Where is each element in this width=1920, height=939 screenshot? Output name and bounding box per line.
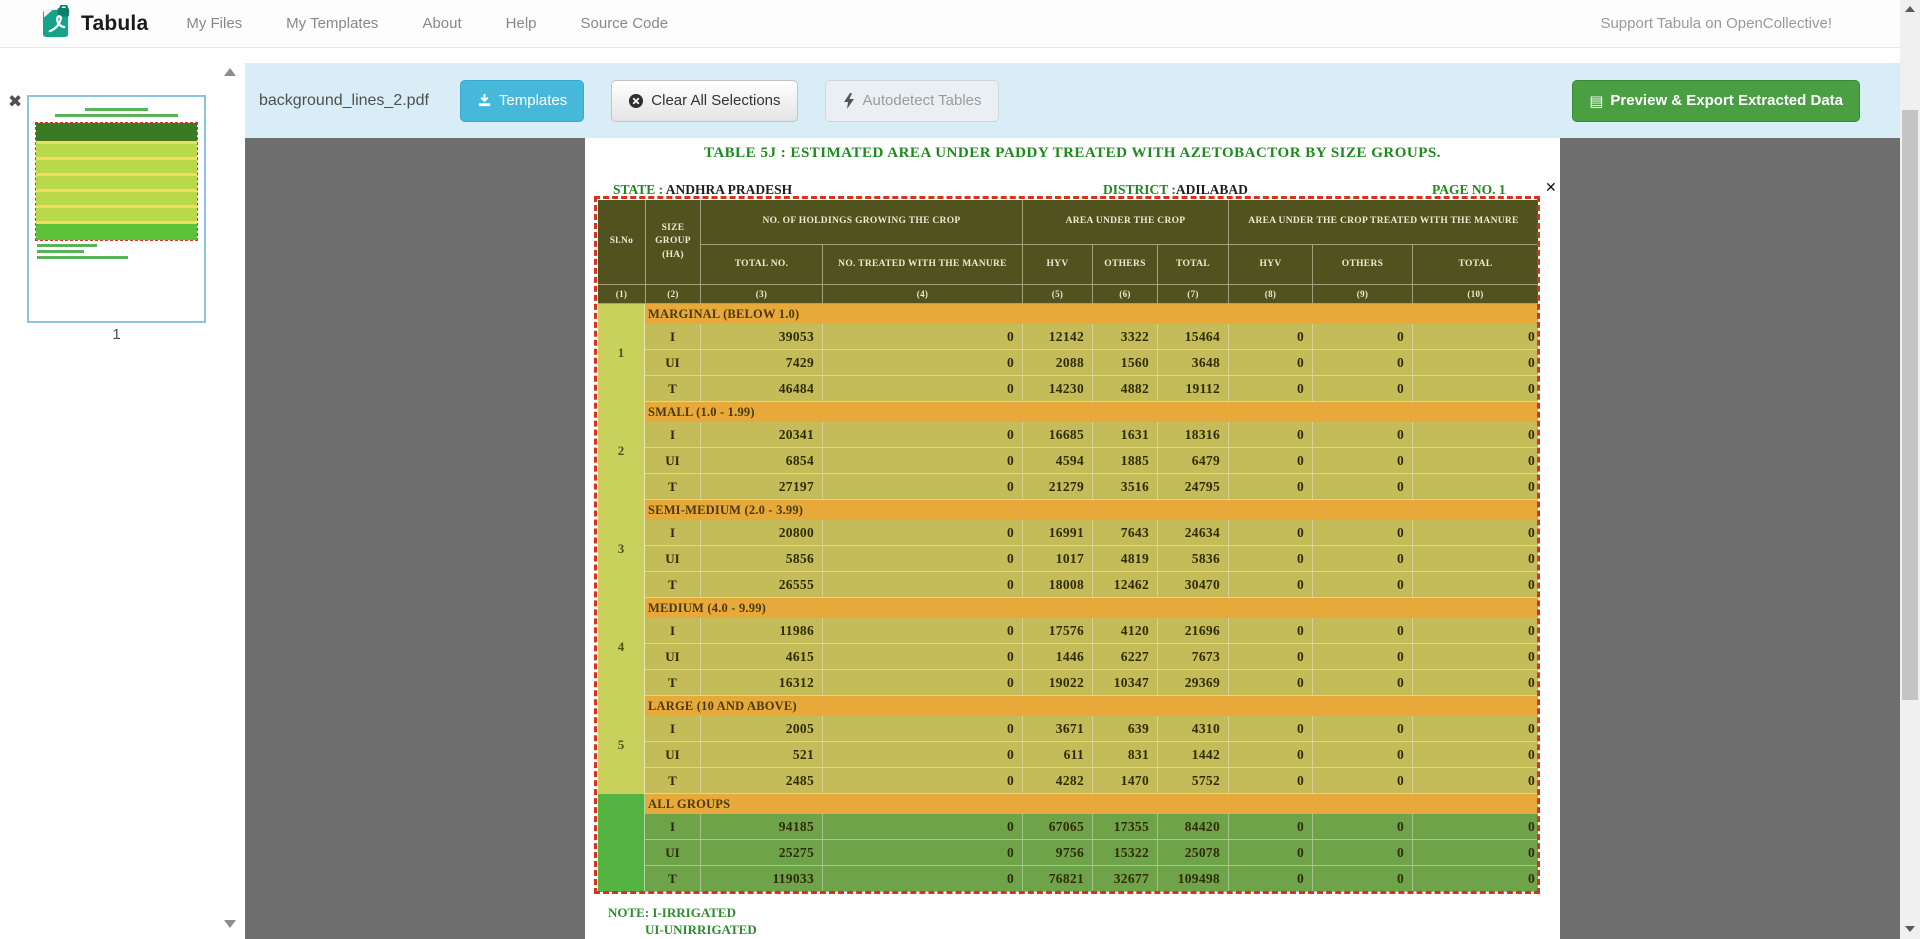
thumbnail-preview [29,97,204,259]
document-filename: background_lines_2.pdf [259,92,429,110]
templates-label: Templates [499,92,567,109]
preview-export-button[interactable]: ▤ Preview & Export Extracted Data [1572,80,1860,122]
support-link[interactable]: Support Tabula on OpenCollective! [1600,15,1832,32]
sidebar-scroll-up-icon[interactable] [224,68,236,76]
scroll-down-icon[interactable] [1905,926,1915,932]
brand[interactable]: Tabula [42,5,148,43]
sidebar-scroll-down-icon[interactable] [224,920,236,928]
preview-export-label: Preview & Export Extracted Data [1610,92,1843,109]
page-number-label: 1 [27,326,206,343]
selection-close-icon[interactable]: ✕ [1545,180,1557,196]
clear-all-selections-button[interactable]: Clear All Selections [611,80,797,122]
tabula-pdf-logo-icon [42,5,71,43]
scrollbar-thumb[interactable] [1902,110,1918,700]
save-template-icon [477,93,492,108]
vertical-scrollbar[interactable] [1900,0,1920,939]
remove-circle-icon [628,93,644,109]
district-label: DISTRICT : [1103,182,1176,197]
toolbar: background_lines_2.pdf Templates Clear A… [245,63,1900,138]
nav-my-files[interactable]: My Files [186,15,242,32]
district-value: ADILABAD [1176,182,1248,197]
scroll-up-icon[interactable] [1905,6,1915,12]
nav-help[interactable]: Help [506,15,537,32]
state-label: STATE : [613,182,663,197]
autodetect-tables-label: Autodetect Tables [863,92,982,109]
autodetect-tables-button[interactable]: Autodetect Tables [825,80,999,122]
lightning-bolt-icon [842,93,856,109]
clear-all-selections-label: Clear All Selections [651,92,780,109]
state-value: ANDHRA PRADESH [666,182,792,197]
note-line-1: NOTE: I-IRRIGATED [608,905,736,921]
templates-button[interactable]: Templates [460,80,584,122]
table-selection-box[interactable] [594,196,1540,894]
nav-links: My Files My Templates About Help Source … [186,15,712,32]
pdf-canvas[interactable]: TABLE 5J : ESTIMATED AREA UNDER PADDY TR… [245,138,1900,939]
navbar: Tabula My Files My Templates About Help … [0,0,1920,48]
pdf-page[interactable]: TABLE 5J : ESTIMATED AREA UNDER PADDY TR… [585,138,1560,939]
note-line-2: UI-UNIRRIGATED [645,922,757,938]
remove-page-icon[interactable]: ✖ [8,92,22,112]
page-sidebar: ✖ 1 [0,48,245,939]
nav-about[interactable]: About [422,15,461,32]
page-thumbnail[interactable] [27,95,206,323]
document-table-title: TABLE 5J : ESTIMATED AREA UNDER PADDY TR… [585,145,1560,162]
table-list-icon: ▤ [1589,92,1603,110]
nav-source-code[interactable]: Source Code [581,15,669,32]
nav-my-templates[interactable]: My Templates [286,15,378,32]
app-title: Tabula [81,12,148,36]
